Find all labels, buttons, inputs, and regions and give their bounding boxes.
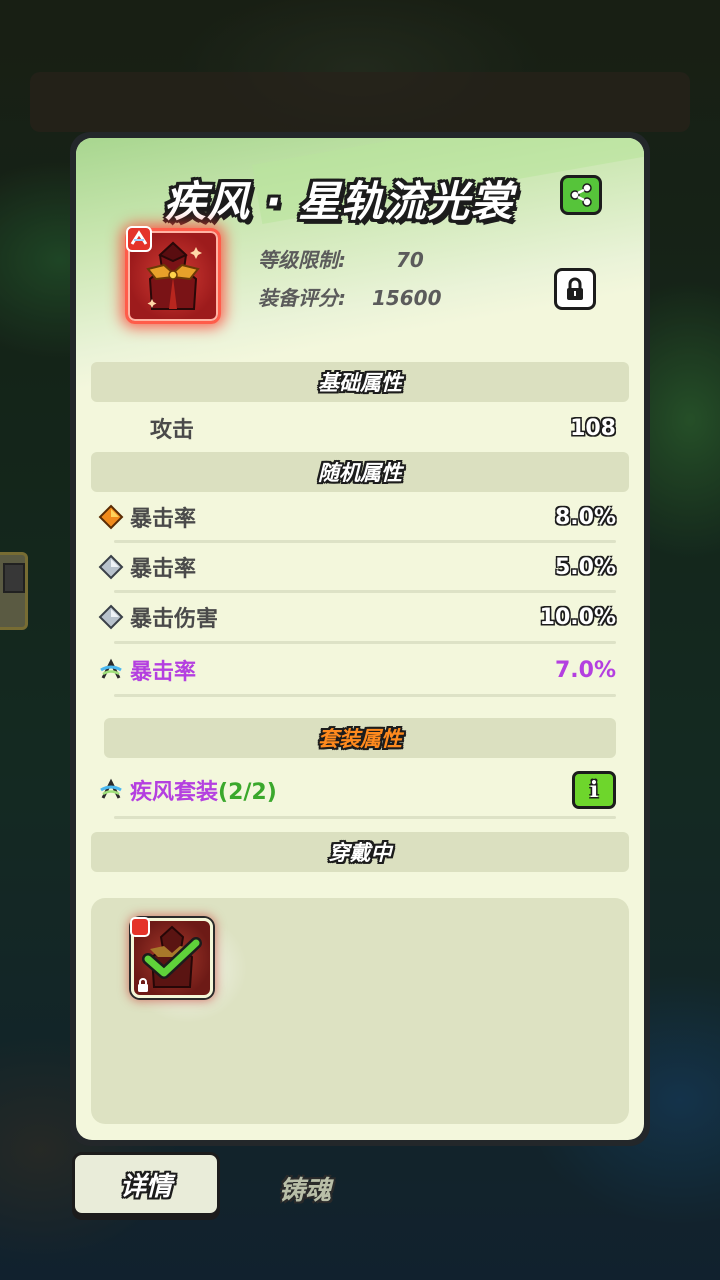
score-value: 15600 bbox=[371, 286, 442, 310]
tab-forge-soul[interactable]: 铸魂 bbox=[240, 1160, 370, 1216]
base-stat-row: 攻击 108 bbox=[96, 404, 616, 452]
level-label: 等级限制: bbox=[258, 248, 346, 272]
base-attributes-title: 基础属性 bbox=[318, 371, 402, 395]
level-requirement: 等级限制: 70 bbox=[258, 244, 424, 273]
random-stat-label: 暴击率 bbox=[130, 660, 197, 685]
random-stat-label: 暴击伤害 bbox=[130, 607, 219, 632]
random-stat-label: 暴击率 bbox=[130, 507, 197, 532]
base-stat-label: 攻击 bbox=[150, 418, 195, 443]
info-icon: i bbox=[589, 777, 599, 803]
set-badge-icon bbox=[130, 917, 150, 937]
random-stat-value: 10.0% bbox=[539, 604, 616, 630]
random-stat-row: 暴击率 8.0% bbox=[96, 493, 616, 541]
lock-icon bbox=[138, 978, 148, 992]
row-divider bbox=[114, 694, 616, 697]
base-attributes-header: 基础属性 bbox=[91, 362, 629, 402]
equipment-score: 装备评分: 15600 bbox=[258, 282, 442, 311]
silver-diamond-icon bbox=[96, 552, 126, 582]
row-divider bbox=[114, 816, 616, 819]
wearing-header: 穿戴中 bbox=[91, 832, 629, 872]
tab-details-label: 详情 bbox=[119, 1171, 172, 1202]
wind-set-icon bbox=[96, 775, 126, 805]
set-attributes-header: 套装属性 bbox=[104, 718, 616, 758]
lock-icon bbox=[567, 277, 583, 300]
set-badge-icon bbox=[126, 226, 152, 252]
lock-button[interactable] bbox=[554, 268, 596, 310]
random-stat-row-set: 暴击率 7.0% bbox=[96, 646, 616, 694]
orange-diamond-icon bbox=[96, 502, 126, 532]
share-icon bbox=[570, 183, 592, 207]
set-name-text: 疾风套装 bbox=[130, 780, 219, 805]
base-stat-value: 108 bbox=[570, 415, 616, 441]
random-stat-row: 暴击伤害 10.0% bbox=[96, 593, 616, 641]
set-attributes-title: 套装属性 bbox=[318, 727, 402, 751]
random-attributes-title: 随机属性 bbox=[318, 461, 402, 485]
set-info-button[interactable]: i bbox=[572, 771, 616, 809]
checkmark-icon bbox=[142, 937, 202, 979]
random-stat-value: 5.0% bbox=[554, 554, 616, 580]
wearing-title: 穿戴中 bbox=[328, 841, 392, 865]
set-bonus-row[interactable]: 疾风套装(2/2) i bbox=[96, 766, 616, 814]
random-stat-value: 8.0% bbox=[554, 504, 616, 530]
random-stat-label: 暴击率 bbox=[130, 557, 197, 582]
tab-details[interactable]: 详情 bbox=[72, 1152, 220, 1216]
share-button[interactable] bbox=[560, 175, 602, 215]
silver-diamond-icon bbox=[96, 602, 126, 632]
level-value: 70 bbox=[395, 248, 424, 272]
set-name: 疾风套装(2/2) bbox=[130, 774, 277, 806]
row-divider bbox=[114, 641, 616, 644]
random-stat-value: 7.0% bbox=[554, 657, 616, 683]
tab-forge-soul-label: 铸魂 bbox=[278, 1175, 331, 1206]
panel-content: 疾风 · 星轨流光裳 等级限制: 70 装备评分: 15600 基础属性 攻击 … bbox=[76, 138, 644, 1140]
worn-item-card[interactable] bbox=[130, 917, 213, 998]
set-count: (2/2) bbox=[218, 780, 277, 805]
random-stat-row: 暴击率 5.0% bbox=[96, 543, 616, 591]
wearing-slot-area bbox=[91, 898, 629, 1124]
score-label: 装备评分: bbox=[258, 286, 346, 310]
random-attributes-header: 随机属性 bbox=[91, 452, 629, 492]
wind-set-icon bbox=[96, 655, 126, 685]
equipment-detail-panel: 疾风 · 星轨流光裳 等级限制: 70 装备评分: 15600 基础属性 攻击 … bbox=[70, 132, 650, 1146]
